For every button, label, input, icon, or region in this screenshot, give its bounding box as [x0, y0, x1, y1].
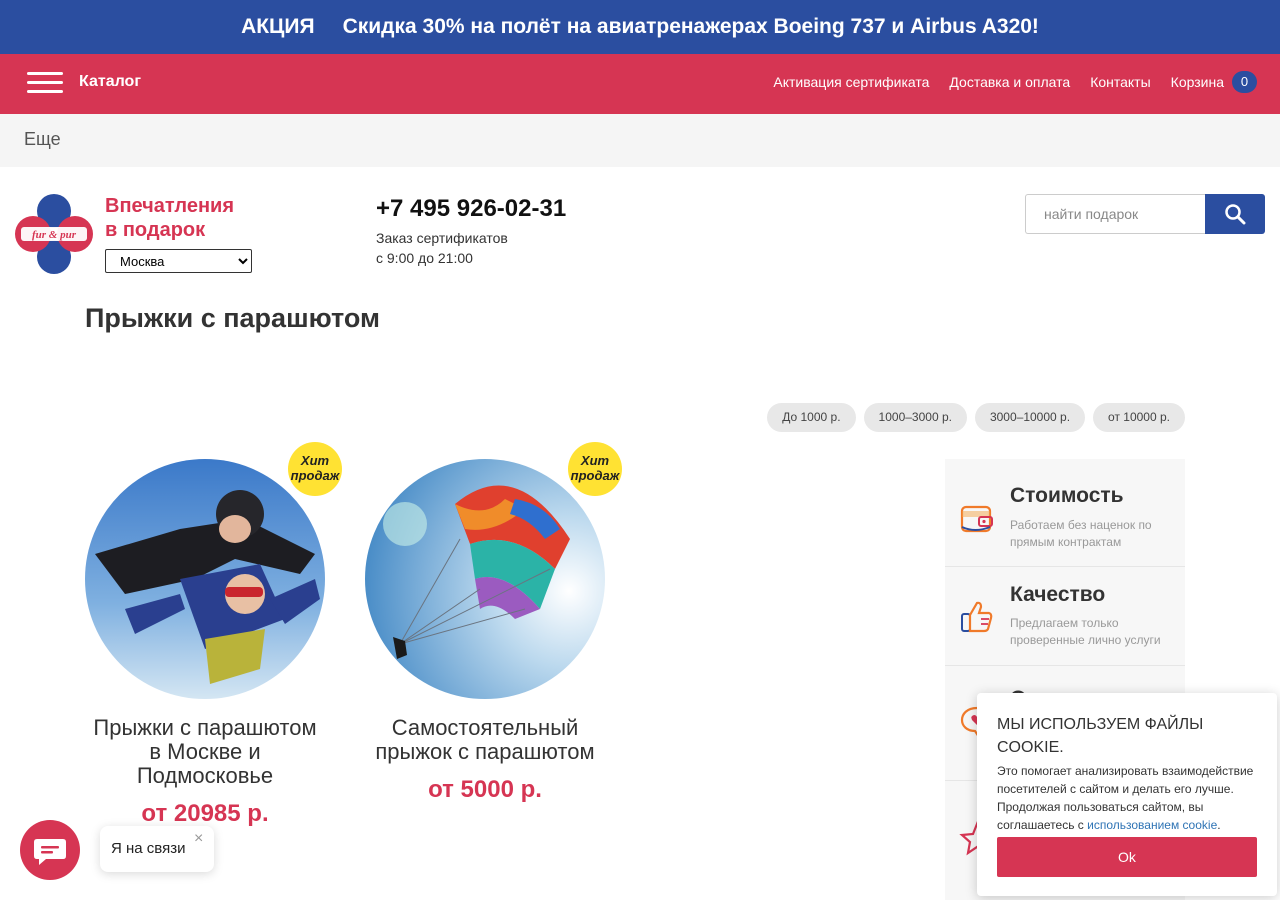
promo-banner[interactable]: АКЦИЯ Скидка 30% на полёт на авиатренаже…: [0, 0, 1280, 54]
search-icon: [1225, 204, 1246, 225]
main-nav: Каталог Активация сертификата Доставка и…: [0, 54, 1280, 114]
close-icon[interactable]: ×: [194, 830, 203, 848]
price-filter-under-1000[interactable]: До 1000 р.: [767, 403, 856, 432]
chat-icon: [34, 839, 66, 865]
promo-tag: АКЦИЯ: [241, 15, 315, 38]
advantage-title: Качество: [1010, 583, 1106, 606]
price-filter-1000-3000[interactable]: 1000–3000 р.: [863, 403, 967, 432]
product-name[interactable]: Прыжки с парашютом в Москве и Подмосковь…: [85, 716, 325, 788]
menu-icon[interactable]: [27, 72, 63, 96]
promo-text: Скидка 30% на полёт на авиатренажерах Bo…: [342, 15, 1039, 38]
bestseller-badge: Хит продаж: [288, 442, 342, 496]
cart-count-badge[interactable]: 0: [1232, 71, 1257, 93]
product-image[interactable]: [85, 459, 325, 699]
cookie-ok-button[interactable]: Ok: [997, 837, 1257, 877]
price-filters: До 1000 р. 1000–3000 р. 3000–10000 р. от…: [767, 403, 1185, 432]
search-box: [1025, 194, 1265, 234]
logo-icon[interactable]: fur & pur: [15, 193, 93, 275]
nav-link-delivery[interactable]: Доставка и оплата: [949, 74, 1070, 90]
page-title: Прыжки с парашютом: [85, 303, 380, 333]
price-filter-3000-10000[interactable]: 3000–10000 р.: [974, 403, 1086, 432]
brand-line-2: в подарок: [105, 219, 206, 241]
badge-line-1: Хит: [580, 453, 610, 468]
brand-line-1: Впечатления: [105, 195, 235, 217]
catalog-link[interactable]: Каталог: [79, 73, 141, 91]
cookie-text: Это помогает анализировать взаимодействи…: [997, 764, 1254, 832]
nav-link-contacts[interactable]: Контакты: [1090, 74, 1150, 90]
nav-link-activate-certificate[interactable]: Активация сертификата: [773, 74, 929, 90]
product-price: от 20985 р.: [141, 800, 269, 827]
hours-line-1: Заказ сертификатов: [376, 230, 508, 246]
advantage-item: Стоимость Работаем без наценок по прямым…: [945, 459, 1185, 567]
order-hours: Заказ сертификатов с 9:00 до 21:00: [376, 228, 508, 268]
chat-button[interactable]: [20, 820, 80, 880]
cookie-title: МЫ ИСПОЛЬЗУЕМ ФАЙЛЫ COOKIE.: [997, 716, 1204, 756]
more-link[interactable]: Еще: [24, 129, 61, 150]
advantage-item: Качество Предлагаем только проверенные л…: [945, 567, 1185, 666]
cookie-popup: МЫ ИСПОЛЬЗУЕМ ФАЙЛЫ COOKIE. Это помогает…: [977, 693, 1277, 896]
thumbs-up-icon: [961, 601, 993, 633]
nav-link-cart[interactable]: Корзина: [1171, 74, 1224, 90]
brand-tagline: Впечатления в подарок: [105, 194, 234, 242]
advantage-title: Стоимость: [1010, 484, 1124, 507]
wallet-icon: [960, 505, 993, 533]
badge-line-2: продаж: [570, 468, 620, 483]
nav-links: Активация сертификата Доставка и оплата …: [753, 71, 1257, 93]
price-filter-over-10000[interactable]: от 10000 р.: [1093, 403, 1185, 432]
advantage-desc: Работаем без наценок по прямым контракта…: [1010, 518, 1152, 549]
city-select[interactable]: Москва: [105, 249, 252, 273]
more-bar: Еще: [0, 114, 1280, 167]
hours-line-2: с 9:00 до 21:00: [376, 250, 473, 266]
phone-number[interactable]: +7 495 926-02-31: [376, 195, 566, 223]
product-name[interactable]: Самостоятельный прыжок с парашютом: [365, 716, 605, 764]
badge-line-1: Хит: [300, 453, 330, 468]
bestseller-badge: Хит продаж: [568, 442, 622, 496]
logo-text: fur & pur: [32, 229, 77, 241]
badge-line-2: продаж: [290, 468, 340, 483]
cookie-policy-link[interactable]: использованием cookie: [1087, 818, 1217, 832]
product-image[interactable]: [365, 459, 605, 699]
search-input[interactable]: [1025, 194, 1205, 234]
search-button[interactable]: [1205, 194, 1265, 234]
product-price: от 5000 р.: [428, 776, 542, 803]
advantage-desc: Предлагаем только проверенные лично услу…: [1010, 616, 1161, 647]
